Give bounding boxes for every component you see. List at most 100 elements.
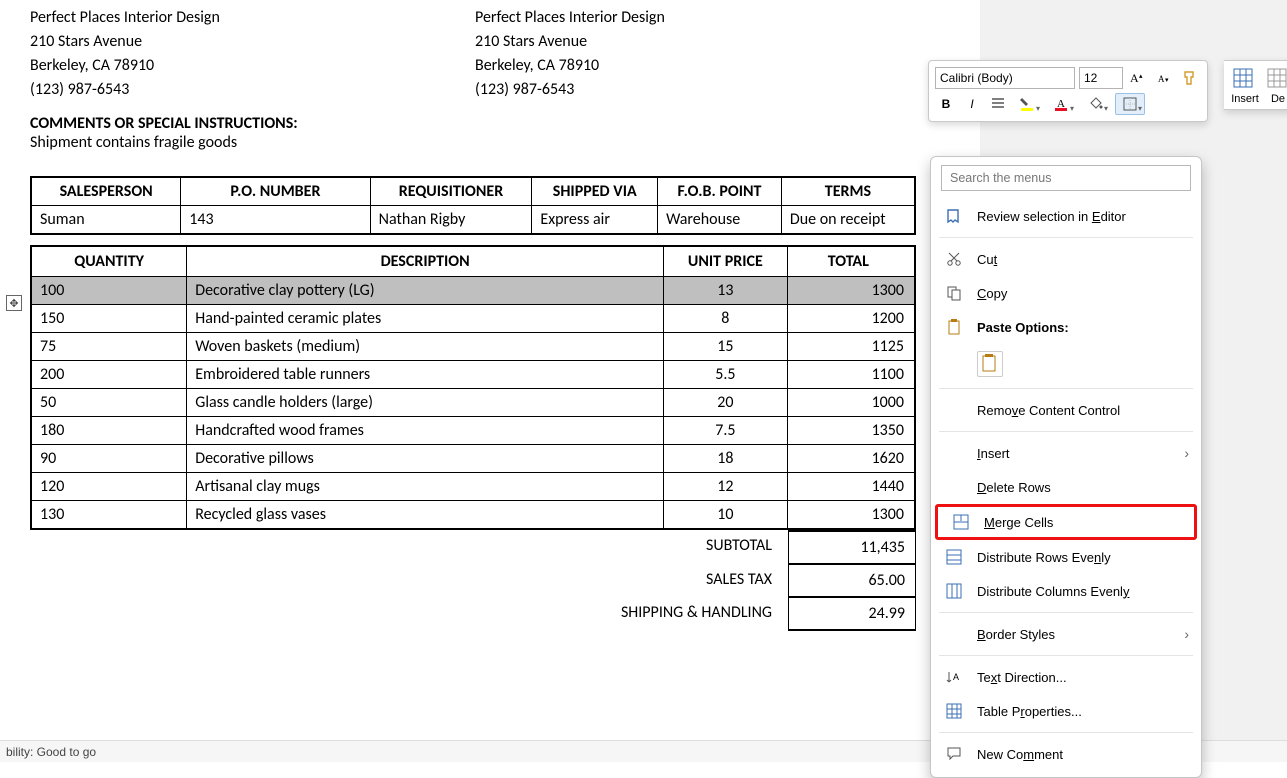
cell-description[interactable]: Woven baskets (medium) [187,333,664,361]
cell-description[interactable]: Artisanal clay mugs [187,473,664,501]
table-row[interactable]: 50Glass candle holders (large)201000 [31,389,915,417]
menu-text-dir-label: Text Direction... [977,670,1067,685]
company-name-2: Perfect Places Interior Design [475,6,920,30]
shading-button[interactable] [1081,93,1111,115]
font-color-button[interactable]: A [1047,93,1077,115]
cell-unitprice[interactable]: 13 [663,277,787,305]
format-painter-button[interactable] [1179,67,1201,89]
val-shippedvia[interactable]: Express air [532,206,658,235]
cell-quantity[interactable]: 75 [31,333,187,361]
val-requisitioner[interactable]: Nathan Rigby [370,206,532,235]
table-row[interactable]: 75Woven baskets (medium)151125 [31,333,915,361]
cell-total[interactable]: 1300 [787,277,915,305]
cell-unitprice[interactable]: 7.5 [663,417,787,445]
cell-unitprice[interactable]: 15 [663,333,787,361]
cell-unitprice[interactable]: 5.5 [663,361,787,389]
table-row[interactable]: 180Handcrafted wood frames7.51350 [31,417,915,445]
table-row[interactable]: 150Hand-painted ceramic plates81200 [31,305,915,333]
table-row[interactable]: 200Embroidered table runners5.51100 [31,361,915,389]
cell-total[interactable]: 1125 [787,333,915,361]
menu-copy[interactable]: Copy [931,276,1201,310]
items-table[interactable]: QUANTITY DESCRIPTION UNIT PRICE TOTAL 10… [30,245,916,530]
col-ponumber: P.O. NUMBER [181,177,370,206]
table-row[interactable]: 100Decorative clay pottery (LG)131300 [31,277,915,305]
subtotal-value[interactable]: 11,435 [788,530,916,564]
table-move-handle[interactable]: ✥ [6,295,22,311]
cell-unitprice[interactable]: 12 [663,473,787,501]
menu-border-styles[interactable]: Border Styles [931,617,1201,651]
menu-search-input[interactable]: Search the menus [941,165,1191,191]
cell-description[interactable]: Recycled glass vases [187,501,664,530]
svg-text:A: A [1130,71,1139,85]
table-row[interactable]: 90Decorative pillows181620 [31,445,915,473]
borders-button[interactable] [1115,93,1145,115]
bold-button[interactable]: B [935,93,957,115]
cell-quantity[interactable]: 120 [31,473,187,501]
menu-merge-cells[interactable]: Merge Cells [935,504,1197,540]
cell-total[interactable]: 1440 [787,473,915,501]
cell-description[interactable]: Handcrafted wood frames [187,417,664,445]
align-button[interactable] [987,93,1009,115]
cell-unitprice[interactable]: 18 [663,445,787,473]
menu-table-properties[interactable]: Table Properties... [931,694,1201,728]
font-size-select[interactable] [1079,67,1123,89]
menu-cut[interactable]: Cut [931,242,1201,276]
cell-description[interactable]: Decorative pillows [187,445,664,473]
grow-font-button[interactable]: A▴ [1127,67,1149,89]
blank-icon [945,444,963,462]
highlight-color-button[interactable] [1013,93,1043,115]
cell-total[interactable]: 1200 [787,305,915,333]
val-terms[interactable]: Due on receipt [781,206,915,235]
cell-quantity[interactable]: 100 [31,277,187,305]
menu-distribute-columns[interactable]: Distribute Columns Evenly [931,574,1201,608]
cell-description[interactable]: Decorative clay pottery (LG) [187,277,664,305]
cell-total[interactable]: 1350 [787,417,915,445]
table-row[interactable]: 130Recycled glass vases101300 [31,501,915,530]
cell-description[interactable]: Hand-painted ceramic plates [187,305,664,333]
highlight-icon [1020,96,1036,112]
cell-quantity[interactable]: 130 [31,501,187,530]
val-fobpoint[interactable]: Warehouse [658,206,782,235]
italic-button[interactable]: I [961,93,983,115]
tax-label: SALES TAX [30,564,788,597]
cell-total[interactable]: 1000 [787,389,915,417]
cell-quantity[interactable]: 200 [31,361,187,389]
menu-new-comment[interactable]: New Comment [931,737,1201,771]
company-street-2: 210 Stars Avenue [475,30,920,54]
cell-quantity[interactable]: 150 [31,305,187,333]
insert-table-button[interactable] [1230,65,1256,91]
tax-value[interactable]: 65.00 [788,564,916,597]
shrink-font-button[interactable]: A▾ [1153,67,1175,89]
menu-remove-content-control[interactable]: Remove Content Control [931,393,1201,427]
val-ponumber[interactable]: 143 [181,206,370,235]
cell-quantity[interactable]: 90 [31,445,187,473]
menu-text-direction[interactable]: A Text Direction... [931,660,1201,694]
delete-table-button[interactable] [1264,65,1287,91]
ship-value[interactable]: 24.99 [788,597,916,631]
cell-quantity[interactable]: 50 [31,389,187,417]
grow-font-icon: A▴ [1130,70,1146,86]
order-header-table[interactable]: SALESPERSON P.O. NUMBER REQUISITIONER SH… [30,176,916,235]
cell-total[interactable]: 1100 [787,361,915,389]
menu-dist-rows-label: Distribute Rows Evenly [977,550,1111,565]
cell-unitprice[interactable]: 8 [663,305,787,333]
cell-description[interactable]: Glass candle holders (large) [187,389,664,417]
menu-distribute-rows[interactable]: Distribute Rows Evenly [931,540,1201,574]
cell-total[interactable]: 1620 [787,445,915,473]
menu-review-selection[interactable]: Review selection in Editor [931,199,1201,233]
cell-unitprice[interactable]: 20 [663,389,787,417]
menu-insert[interactable]: Insert [931,436,1201,470]
cell-unitprice[interactable]: 10 [663,501,787,530]
cell-quantity[interactable]: 180 [31,417,187,445]
menu-delete-rows[interactable]: Delete Rows [931,470,1201,504]
paste-keep-source-icon [977,351,1003,377]
val-salesperson[interactable]: Suman [31,206,181,235]
font-family-select[interactable] [935,67,1075,89]
company-city: Berkeley, CA 78910 [30,54,475,78]
company-street: 210 Stars Avenue [30,30,475,54]
table-row[interactable]: 120Artisanal clay mugs121440 [31,473,915,501]
menu-paste-option-keep-source[interactable] [931,344,1201,384]
accessibility-status: bility: Good to go [6,745,96,759]
cell-total[interactable]: 1300 [787,501,915,530]
cell-description[interactable]: Embroidered table runners [187,361,664,389]
